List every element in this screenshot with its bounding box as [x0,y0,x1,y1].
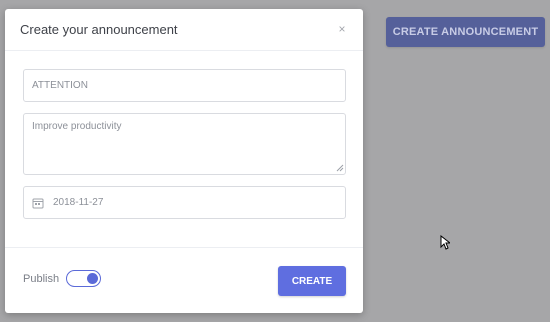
toggle-knob [87,273,98,284]
publish-toggle[interactable] [66,270,101,287]
announcement-modal: Create your announcement × Improve produ… [5,9,363,313]
calendar-icon [32,198,44,209]
create-announcement-button[interactable]: CREATE ANNOUNCEMENT [386,17,545,47]
announcement-message-textarea[interactable]: Improve productivity [23,113,346,175]
date-picker-field[interactable]: 2018-11-27 [23,186,346,219]
publish-label: Publish [23,273,60,285]
modal-title: Create your announcement [20,22,178,37]
modal-header: Create your announcement × [5,9,363,51]
create-button[interactable]: CREATE [278,266,346,296]
close-icon[interactable]: × [335,21,349,37]
modal-footer: Publish CREATE [5,247,363,313]
mouse-cursor-icon [440,235,450,250]
date-value: 2018-11-27 [53,197,104,208]
announcement-title-input[interactable] [23,69,346,102]
resize-grip-icon[interactable] [336,164,344,172]
